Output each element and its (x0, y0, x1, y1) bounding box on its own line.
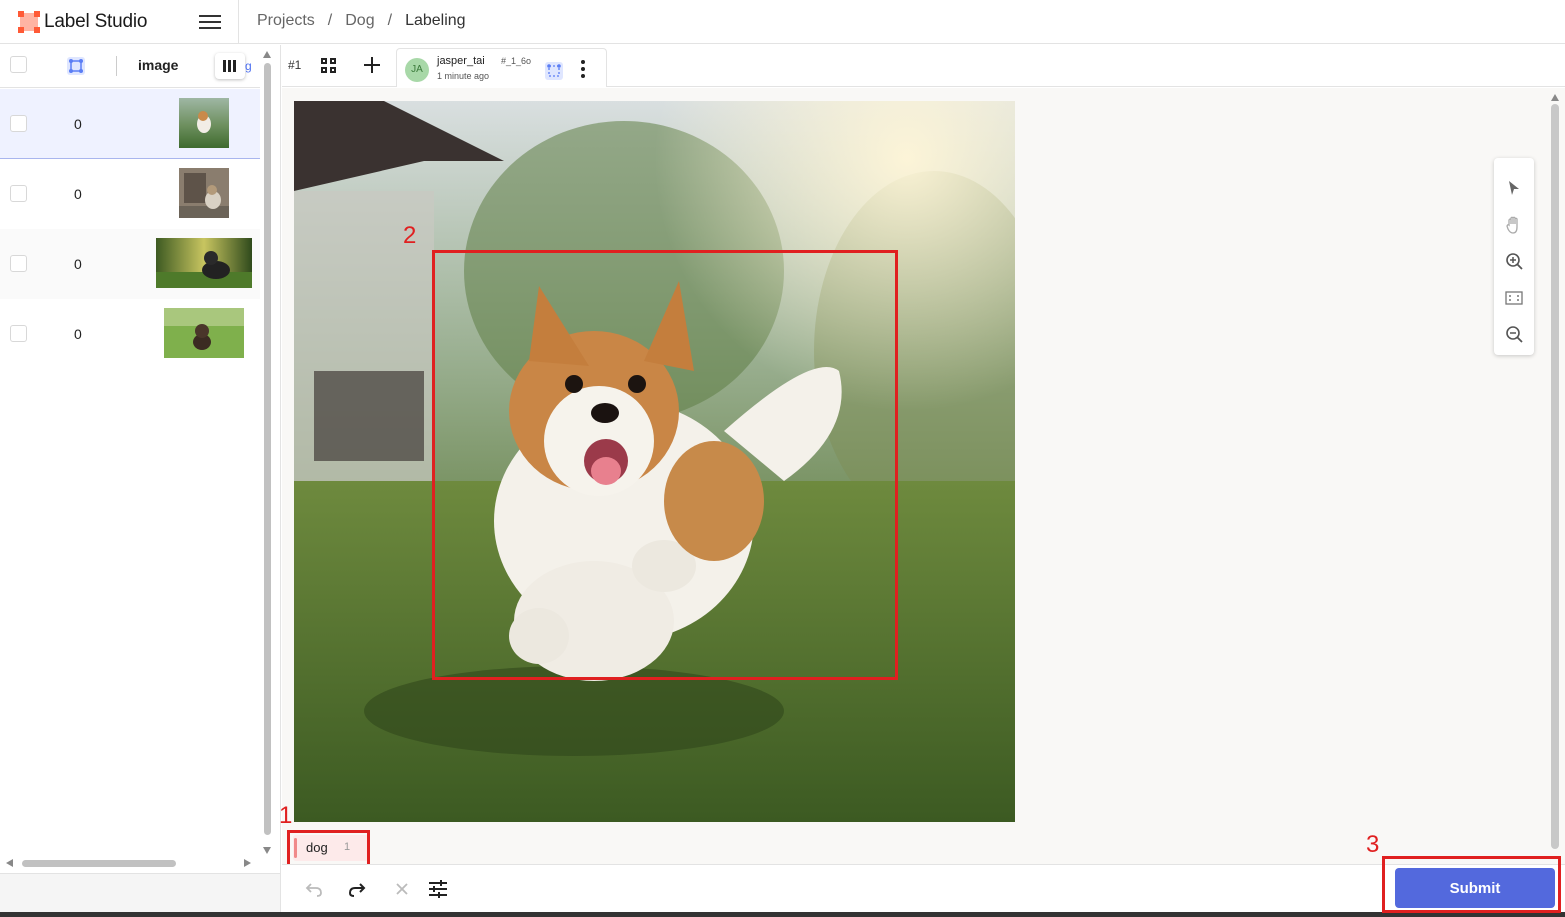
add-annotation-icon[interactable] (364, 57, 380, 73)
annotation-tabs-bar: #1 JA jasper_tai #_1_6o 1 minute ago (282, 45, 1565, 87)
task-list-header: image g (0, 45, 260, 88)
annotation-time: 1 minute ago (437, 71, 490, 81)
breadcrumb-separator: / (387, 12, 393, 29)
image-tools-toolbar (1494, 158, 1534, 355)
fit-to-screen-icon[interactable] (1504, 288, 1524, 308)
app-header: Label Studio Projects / Dog / Labeling (0, 0, 1565, 44)
highlight-box-submit (1382, 856, 1561, 913)
column-header-image[interactable]: image (138, 57, 178, 73)
more-options-icon[interactable] (581, 60, 587, 80)
scrollbar-thumb[interactable] (22, 860, 176, 867)
task-list-horizontal-scrollbar[interactable] (0, 857, 262, 871)
app-logo[interactable]: Label Studio (18, 10, 147, 34)
annotation-regions-icon (545, 62, 563, 80)
task-row[interactable]: 0 (0, 89, 260, 159)
menu-icon[interactable] (199, 12, 221, 32)
task-id: #1 (288, 58, 302, 72)
row-annotation-count: 0 (74, 186, 82, 202)
scroll-up-icon[interactable] (263, 51, 271, 58)
task-row[interactable]: 0 (0, 229, 260, 299)
label-studio-logo-icon (18, 11, 40, 33)
row-thumbnail-image (164, 308, 244, 358)
hand-icon[interactable] (1504, 215, 1524, 235)
task-row[interactable]: 0 (0, 299, 260, 369)
header-divider (238, 0, 239, 44)
columns-toggle-button[interactable] (215, 53, 245, 79)
pointer-icon[interactable] (1504, 178, 1524, 198)
app-name: Label Studio (44, 11, 148, 32)
annotation-bottom-bar: Submit (282, 864, 1565, 912)
breadcrumb-separator: / (327, 12, 333, 29)
marker-label: 1 (279, 802, 293, 829)
row-checkbox[interactable] (10, 185, 27, 202)
reset-icon[interactable] (391, 878, 413, 900)
task-row[interactable]: 0 (0, 159, 260, 229)
scroll-right-icon[interactable] (244, 859, 251, 867)
marker-bbox: 2 (403, 222, 417, 249)
scrollbar-thumb[interactable] (1551, 104, 1559, 849)
breadcrumb: Projects / Dog / Labeling (257, 12, 466, 30)
settings-sliders-icon[interactable] (427, 878, 449, 900)
breadcrumb-labeling: Labeling (405, 12, 466, 29)
breadcrumb-dog[interactable]: Dog (345, 12, 374, 30)
annotation-tab[interactable]: JA jasper_tai #_1_6o 1 minute ago (396, 48, 607, 87)
zoom-in-icon[interactable] (1504, 251, 1524, 271)
window-bottom-edge (0, 912, 1565, 917)
avatar: JA (405, 58, 429, 82)
marker-submit: 3 (1366, 831, 1380, 858)
row-annotation-count: 0 (74, 116, 82, 132)
row-checkbox[interactable] (10, 325, 27, 342)
row-annotation-count: 0 (74, 256, 82, 272)
row-thumbnail-image (179, 168, 229, 218)
task-list-footer (0, 873, 280, 917)
row-thumbnail-image (156, 238, 252, 288)
workspace-vertical-scrollbar[interactable] (1550, 94, 1560, 854)
task-list-vertical-scrollbar[interactable] (262, 51, 272, 857)
select-all-checkbox[interactable] (10, 56, 27, 73)
dog-bounding-box[interactable] (432, 250, 898, 680)
row-annotation-count: 0 (74, 326, 82, 342)
grid-view-icon[interactable] (321, 58, 337, 74)
row-checkbox[interactable] (10, 115, 27, 132)
breadcrumb-projects[interactable]: Projects (257, 12, 315, 30)
column-divider (116, 56, 117, 76)
scrollbar-thumb[interactable] (264, 63, 271, 835)
task-list-panel: image g 0 0 0 0 (0, 45, 281, 917)
undo-icon[interactable] (303, 878, 325, 900)
scroll-up-icon[interactable] (1551, 94, 1559, 101)
row-thumbnail-image (179, 98, 229, 148)
scroll-down-icon[interactable] (263, 847, 271, 854)
annotation-user: jasper_tai (437, 55, 485, 67)
labeling-workspace: dog 1 (282, 88, 1565, 864)
row-checkbox[interactable] (10, 255, 27, 272)
labeling-image[interactable] (294, 101, 1015, 822)
redo-icon[interactable] (346, 878, 368, 900)
annotations-column-icon (67, 57, 85, 75)
scroll-left-icon[interactable] (6, 859, 13, 867)
column-header-overflow: g (245, 59, 252, 73)
annotation-id: #_1_6o (501, 56, 532, 66)
zoom-out-icon[interactable] (1504, 324, 1524, 344)
